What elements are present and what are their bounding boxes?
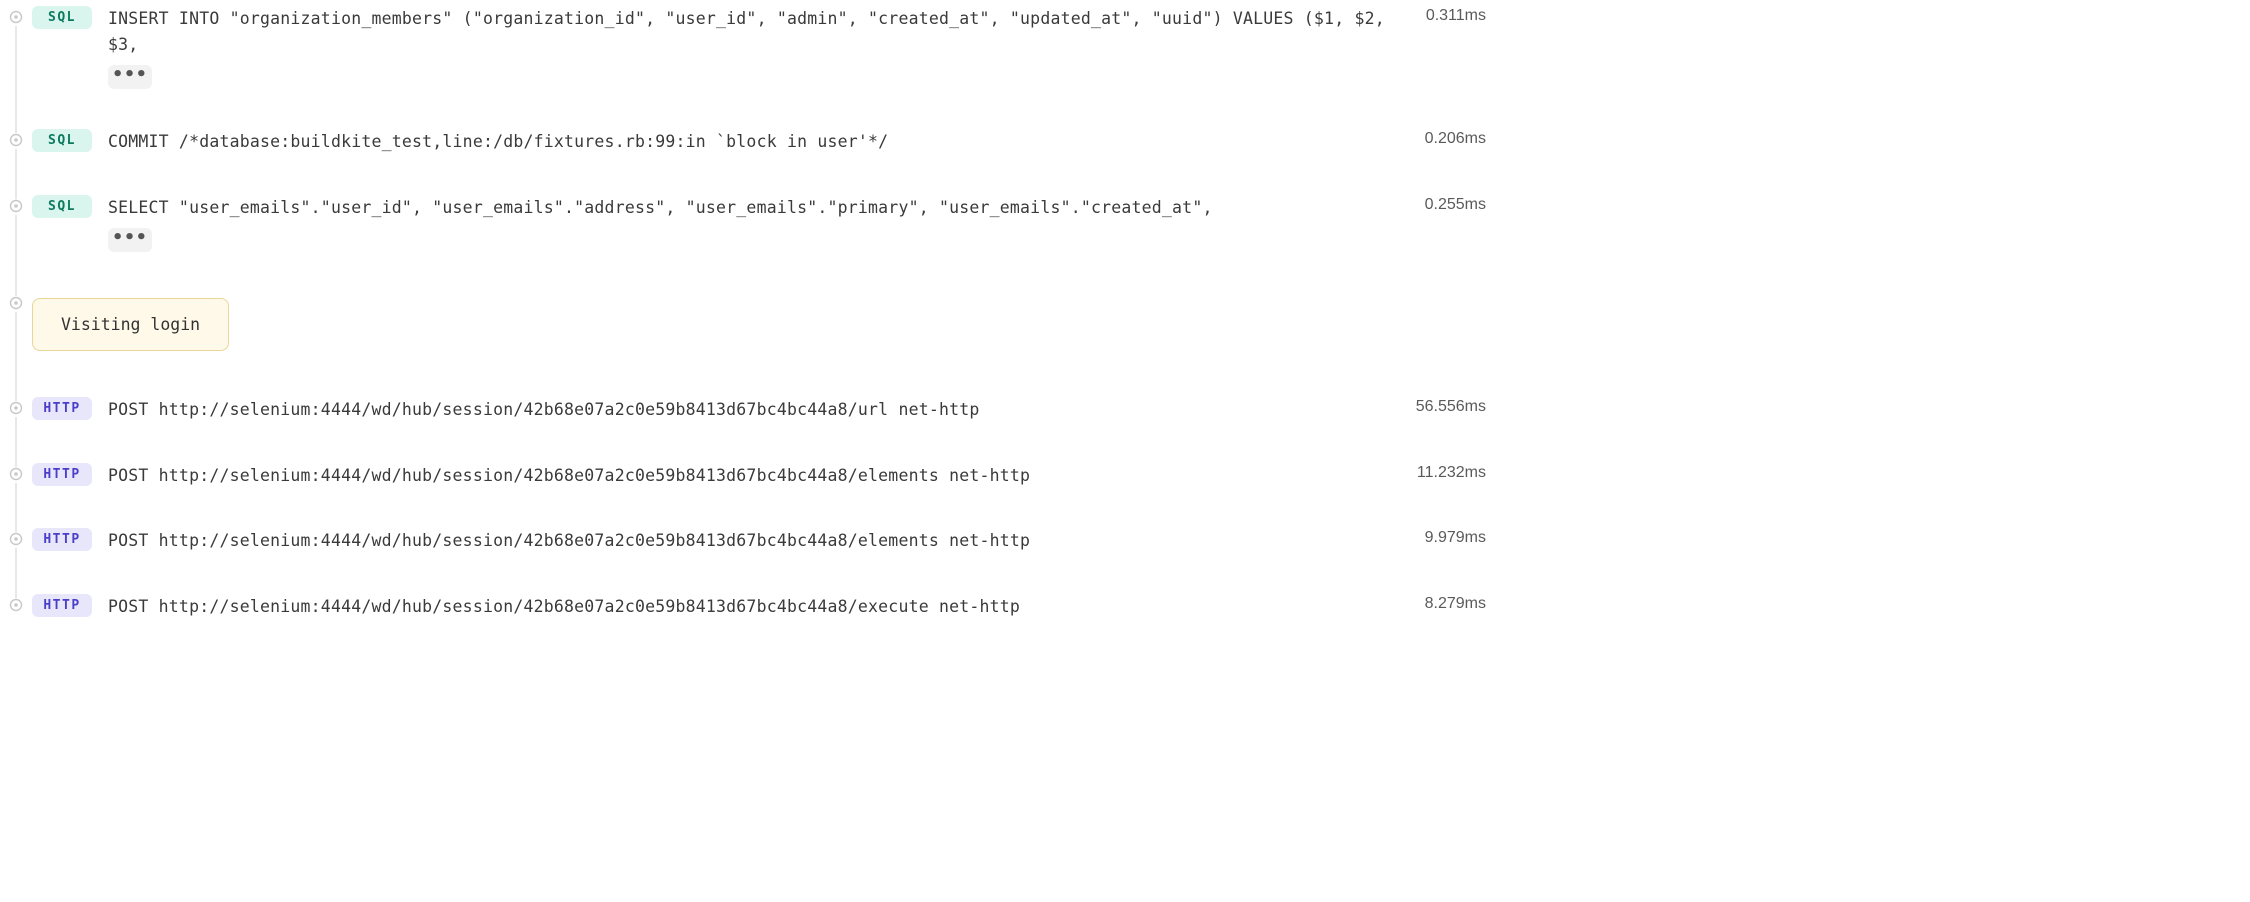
- timeline-marker-icon: [9, 532, 23, 546]
- duration-label: 56.556ms: [1416, 397, 1500, 416]
- http-badge: HTTP: [32, 528, 92, 551]
- log-row: HTTP POST http://selenium:4444/wd/hub/ses…: [0, 522, 1500, 560]
- log-row: Visiting login: [0, 286, 1500, 363]
- duration-label: 11.232ms: [1417, 463, 1500, 482]
- timeline-marker-icon: [9, 467, 23, 481]
- sql-badge: SQL: [32, 195, 92, 218]
- log-row: HTTP POST http://selenium:4444/wd/hub/ses…: [0, 588, 1500, 626]
- duration-label: 9.979ms: [1425, 528, 1500, 547]
- log-text: SELECT "user_emails"."user_id", "user_em…: [108, 195, 1407, 221]
- duration-label: 0.255ms: [1425, 195, 1500, 214]
- log-text: POST http://selenium:4444/wd/hub/session…: [108, 397, 1398, 423]
- annotation-box: Visiting login: [32, 298, 229, 351]
- log-row: SQL SELECT "user_emails"."user_id", "user…: [0, 189, 1500, 259]
- log-text: POST http://selenium:4444/wd/hub/session…: [108, 594, 1407, 620]
- timeline-marker-icon: [9, 133, 23, 147]
- expand-ellipsis-button[interactable]: •••: [108, 65, 152, 89]
- http-badge: HTTP: [32, 463, 92, 486]
- duration-label: 8.279ms: [1425, 594, 1500, 613]
- log-text: INSERT INTO "organization_members" ("org…: [108, 6, 1408, 57]
- log-row: SQL COMMIT /*database:buildkite_test,line…: [0, 123, 1500, 161]
- log-text: POST http://selenium:4444/wd/hub/session…: [108, 528, 1407, 554]
- log-text: POST http://selenium:4444/wd/hub/session…: [108, 463, 1399, 489]
- timeline-marker-icon: [9, 10, 23, 24]
- log-row: SQL INSERT INTO "organization_members" ("…: [0, 0, 1500, 95]
- log-text: COMMIT /*database:buildkite_test,line:/d…: [108, 129, 1407, 155]
- sql-badge: SQL: [32, 129, 92, 152]
- http-badge: HTTP: [32, 397, 92, 420]
- duration-label: 0.206ms: [1425, 129, 1500, 148]
- http-badge: HTTP: [32, 594, 92, 617]
- sql-badge: SQL: [32, 6, 92, 29]
- timeline-marker-icon: [9, 199, 23, 213]
- log-row: HTTP POST http://selenium:4444/wd/hub/ses…: [0, 391, 1500, 429]
- log-row: HTTP POST http://selenium:4444/wd/hub/ses…: [0, 457, 1500, 495]
- timeline-marker-icon: [9, 296, 23, 310]
- expand-ellipsis-button[interactable]: •••: [108, 228, 152, 252]
- timeline-marker-icon: [9, 401, 23, 415]
- timeline-marker-icon: [9, 598, 23, 612]
- duration-label: 0.311ms: [1426, 6, 1500, 25]
